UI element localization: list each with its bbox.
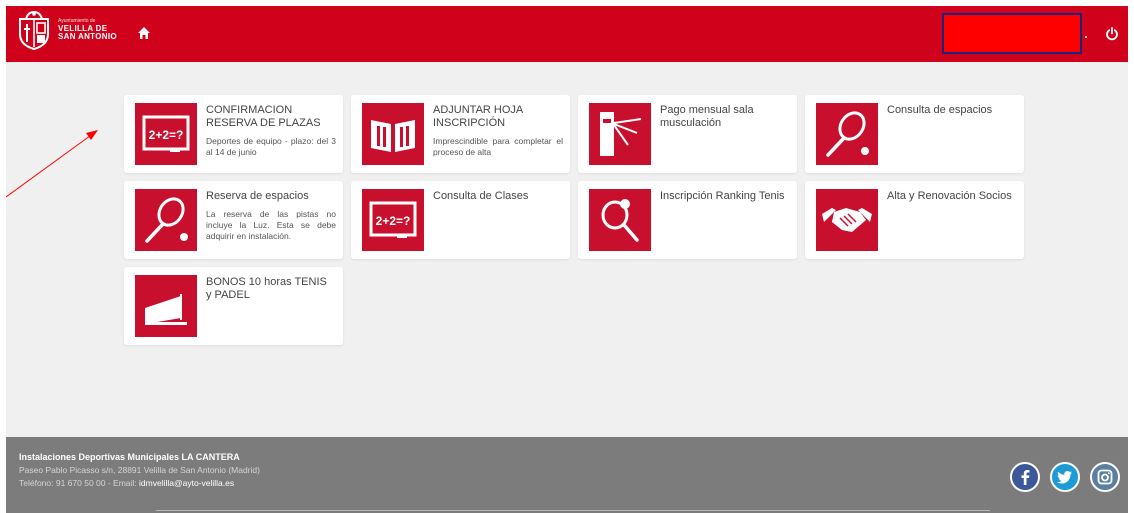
card-description: La reserva de las pistas no incluye la L… xyxy=(206,209,336,241)
card-title: Reserva de espacios xyxy=(206,190,309,202)
card-icon-tile xyxy=(362,103,424,165)
card-title: CONFIRMACION RESERVA DE PLAZAS xyxy=(206,104,321,129)
footer-email-link[interactable]: idmvelilla@ayto-velilla.es xyxy=(139,478,234,488)
math-board-icon: 2+2=? xyxy=(369,201,417,238)
redacted-user-menu[interactable] xyxy=(942,13,1082,54)
service-card-consulta-espacios[interactable]: Consulta de espacios xyxy=(805,95,1024,173)
footer: Instalaciones Deportivas Municipales LA … xyxy=(6,437,1128,513)
twitter-icon[interactable] xyxy=(1050,462,1080,492)
turnstile-icon xyxy=(600,112,642,156)
footer-phone: Teléfono: 91 670 50 00 - Email: xyxy=(19,478,140,488)
top-bar: Ayuntamiento de VELILLA DE SAN ANTONIO xyxy=(6,6,1128,62)
card-icon-tile xyxy=(589,189,651,251)
logo-text: Ayuntamiento de VELILLA DE SAN ANTONIO xyxy=(58,19,117,41)
card-icon-tile xyxy=(816,103,878,165)
footer-contact: Teléfono: 91 670 50 00 - Email: idmvelil… xyxy=(19,478,234,488)
court-icon xyxy=(145,294,187,325)
power-icon[interactable] xyxy=(1105,27,1119,41)
card-title: ADJUNTAR HOJA INSCRIPCIÓN xyxy=(433,104,523,129)
svg-text:2+2=?: 2+2=? xyxy=(149,128,184,142)
card-icon-tile xyxy=(589,103,651,165)
math-board-icon: 2+2=? xyxy=(142,115,190,152)
card-title: Consulta de Clases xyxy=(433,190,529,202)
card-icon-tile xyxy=(135,275,197,337)
card-icon-tile xyxy=(135,189,197,251)
svg-text:2+2=?: 2+2=? xyxy=(376,214,411,228)
home-icon[interactable] xyxy=(137,26,151,40)
card-title: Consulta de espacios xyxy=(887,104,993,116)
service-card-pago-mensual[interactable]: Pago mensual sala musculación xyxy=(578,95,797,173)
handshake-icon xyxy=(822,208,872,232)
municipality-logo[interactable]: Ayuntamiento de VELILLA DE SAN ANTONIO xyxy=(16,10,117,50)
service-card-adjuntar-hoja[interactable]: ADJUNTAR HOJA INSCRIPCIÓN Imprescindible… xyxy=(351,95,570,173)
coat-of-arms-icon xyxy=(19,10,49,50)
racket-ball-icon xyxy=(601,199,639,242)
footer-title: Instalaciones Deportivas Municipales LA … xyxy=(19,452,240,462)
service-card-consulta-clases[interactable]: 2+2=? Consulta de Clases xyxy=(351,181,570,259)
service-card-bonos[interactable]: BONOS 10 horas TENIS y PADEL xyxy=(124,267,343,345)
service-card-alta-socios[interactable]: Alta y Renovación Socios xyxy=(805,181,1024,259)
card-description: Imprescindible para completar el proceso… xyxy=(433,136,563,157)
service-card-ranking-tenis[interactable]: Inscripción Ranking Tenis xyxy=(578,181,797,259)
instagram-icon[interactable] xyxy=(1090,462,1120,492)
footer-address: Paseo Pablo Picasso s/n, 28891 Velilla d… xyxy=(19,465,260,475)
card-title: BONOS 10 horas TENIS y PADEL xyxy=(206,276,327,301)
card-description: Deportes de equipo - plazo: del 3 al 14 … xyxy=(206,136,336,157)
card-icon-tile: 2+2=? xyxy=(362,189,424,251)
tennis-racket-icon xyxy=(826,111,869,157)
card-title: Pago mensual sala musculación xyxy=(660,104,754,129)
card-title: Inscripción Ranking Tenis xyxy=(660,190,785,202)
service-card-reserva-espacios[interactable]: Reserva de espacios La reserva de las pi… xyxy=(124,181,343,259)
card-title: Alta y Renovación Socios xyxy=(887,190,1012,202)
open-book-icon xyxy=(371,120,415,152)
logo-line-small: Ayuntamiento de xyxy=(58,18,96,24)
page: Ayuntamiento de VELILLA DE SAN ANTONIO 2… xyxy=(6,6,1128,513)
card-icon-tile xyxy=(816,189,878,251)
facebook-icon[interactable] xyxy=(1010,462,1040,492)
logo-line-2: SAN ANTONIO xyxy=(58,32,117,41)
footer-divider xyxy=(156,510,990,511)
card-icon-tile: 2+2=? xyxy=(135,103,197,165)
user-menu-caret xyxy=(1085,36,1087,38)
service-card-confirmacion[interactable]: 2+2=? CONFIRMACION RESERVA DE PLAZAS Dep… xyxy=(124,95,343,173)
tennis-racket-icon xyxy=(145,197,188,243)
